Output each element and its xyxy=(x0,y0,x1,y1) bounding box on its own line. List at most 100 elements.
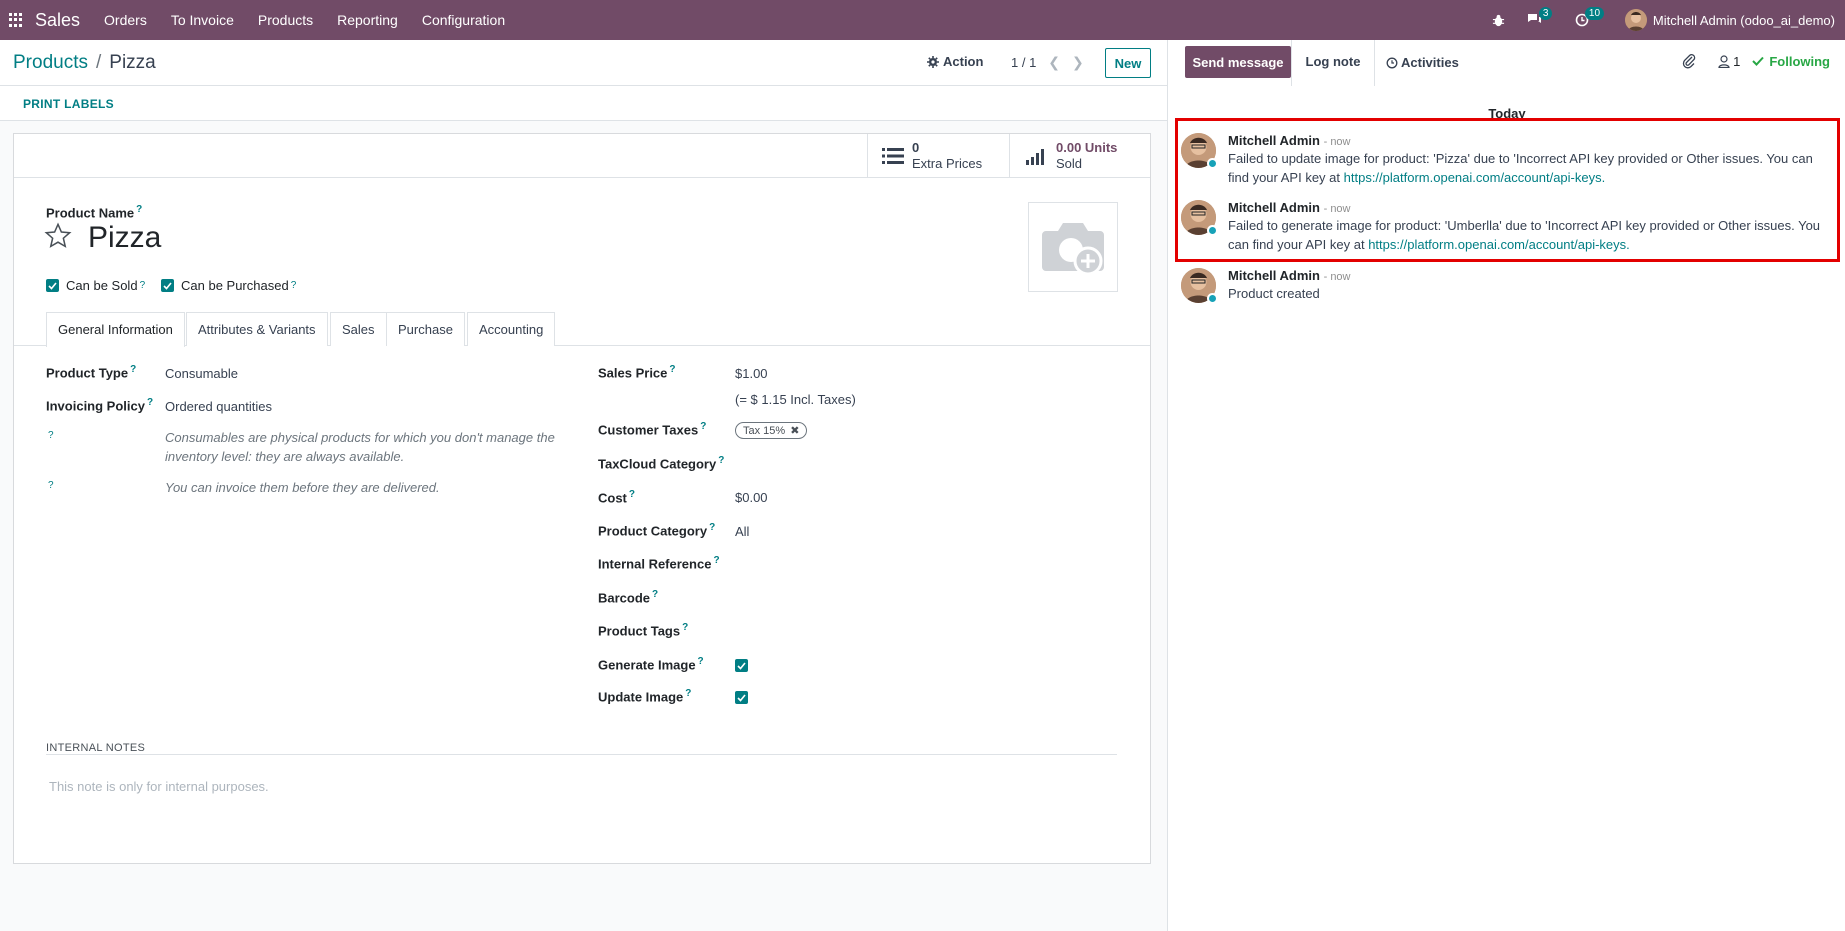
product-type-hint: Consumables are physical products for wh… xyxy=(165,430,555,464)
extra-prices-button[interactable]: 0 Extra Prices xyxy=(867,134,1009,178)
followers-count: 1 xyxy=(1733,53,1741,69)
product-category-label: Product Category? xyxy=(598,522,716,539)
send-message-button[interactable]: Send message xyxy=(1185,46,1291,78)
followers-button[interactable]: 1 xyxy=(1718,54,1740,69)
clock-icon xyxy=(1386,57,1398,69)
product-tags-label: Product Tags? xyxy=(598,622,689,639)
message-author[interactable]: Mitchell Admin xyxy=(1228,268,1320,283)
update-image-checkbox[interactable] xyxy=(735,691,748,704)
top-navbar: Sales Orders To Invoice Products Reporti… xyxy=(0,0,1845,40)
chatter-message: Mitchell Admin - now Product created xyxy=(1181,268,1831,308)
action-button[interactable]: Action xyxy=(927,54,983,69)
units-sold-label: Sold xyxy=(1056,156,1083,171)
app-name[interactable]: Sales xyxy=(35,10,80,31)
can-be-sold-checkbox[interactable]: Can be Sold? xyxy=(46,278,145,293)
product-name-label: Product Name? xyxy=(46,204,143,221)
apps-menu-icon[interactable] xyxy=(9,12,24,28)
action-label: Action xyxy=(943,54,984,69)
menu-to-invoice[interactable]: To Invoice xyxy=(159,0,246,40)
tab-attributes-variants[interactable]: Attributes & Variants xyxy=(186,312,328,346)
product-type-label: Product Type? xyxy=(46,364,137,381)
camera-plus-icon xyxy=(1042,223,1104,276)
paperclip-icon[interactable] xyxy=(1682,53,1696,69)
breadcrumb-current: Pizza xyxy=(109,52,156,73)
menu-reporting[interactable]: Reporting xyxy=(325,0,410,40)
cost-field[interactable]: $0.00 xyxy=(735,490,768,505)
divider xyxy=(46,754,1117,755)
check-icon[interactable] xyxy=(46,279,59,292)
cost-label: Cost? xyxy=(598,489,635,506)
api-keys-link[interactable]: https://platform.openai.com/account/api-… xyxy=(1368,237,1630,252)
message-text: Product created xyxy=(1228,286,1320,301)
favorite-star-icon[interactable] xyxy=(44,222,72,253)
remove-tag-icon[interactable]: ✖ xyxy=(790,424,799,437)
following-button[interactable]: Following xyxy=(1752,54,1830,69)
log-note-button[interactable]: Log note xyxy=(1291,40,1375,86)
internal-notes-field[interactable]: This note is only for internal purposes. xyxy=(49,779,269,794)
tab-sales[interactable]: Sales xyxy=(330,312,387,346)
message-time: - now xyxy=(1323,136,1351,148)
tab-purchase[interactable]: Purchase xyxy=(386,312,465,346)
message-author[interactable]: Mitchell Admin xyxy=(1228,200,1320,215)
product-category-field[interactable]: All xyxy=(735,524,749,539)
check-icon xyxy=(1752,56,1765,66)
activities-clock-icon[interactable]: 10 xyxy=(1575,7,1605,27)
online-status-dot xyxy=(1207,225,1218,236)
generate-image-checkbox[interactable] xyxy=(735,659,748,672)
check-icon[interactable] xyxy=(161,279,174,292)
pager-next-icon[interactable]: ❯ xyxy=(1072,54,1084,71)
update-image-label: Update Image? xyxy=(598,688,692,705)
menu-products[interactable]: Products xyxy=(246,0,325,40)
product-type-field[interactable]: Consumable xyxy=(165,366,238,381)
messages-icon[interactable]: 3 xyxy=(1527,7,1553,27)
menu-configuration[interactable]: Configuration xyxy=(410,0,517,40)
breadcrumb: Products / Pizza xyxy=(13,52,156,74)
pager-previous-icon[interactable]: ❮ xyxy=(1048,54,1060,71)
product-image-upload[interactable] xyxy=(1028,202,1118,292)
chatter-message: Mitchell Admin - now Failed to update im… xyxy=(1181,133,1831,189)
messages-badge: 3 xyxy=(1538,7,1553,20)
sales-price-field[interactable]: $1.00 xyxy=(735,366,768,381)
message-time: - now xyxy=(1323,271,1351,283)
units-sold-value: 0.00 Units xyxy=(1056,140,1118,155)
notebook-tabs: General Information Attributes & Variant… xyxy=(14,312,1150,347)
internal-reference-label: Internal Reference? xyxy=(598,555,720,572)
new-button[interactable]: New xyxy=(1105,48,1151,78)
help-icon[interactable]: ? xyxy=(136,204,142,215)
barcode-label: Barcode? xyxy=(598,589,659,606)
help-icon[interactable]: ? xyxy=(48,480,54,491)
breadcrumb-separator: / xyxy=(95,52,102,73)
print-labels-button[interactable]: PRINT LABELS xyxy=(23,97,114,111)
tab-accounting[interactable]: Accounting xyxy=(467,312,556,346)
chatter-topbar: Send message Log note Activities 1 Follo… xyxy=(1168,40,1845,86)
menu-orders[interactable]: Orders xyxy=(92,0,159,40)
taxcloud-category-label: TaxCloud Category? xyxy=(598,455,725,472)
pager-value[interactable]: 1 / 1 xyxy=(1011,55,1036,70)
invoicing-hint: You can invoice them before they are del… xyxy=(165,480,440,495)
internal-notes-title: INTERNAL NOTES xyxy=(46,742,146,754)
invoicing-policy-label: Invoicing Policy? xyxy=(46,397,154,414)
invoicing-policy-field[interactable]: Ordered quantities xyxy=(165,399,272,414)
extra-prices-count: 0 xyxy=(912,140,920,155)
control-panel: Products / Pizza Action 1 / 1 ❮ ❯ New xyxy=(0,40,1167,86)
tax-tag[interactable]: Tax 15% ✖ xyxy=(735,422,808,439)
can-be-purchased-checkbox[interactable]: Can be Purchased? xyxy=(161,278,296,293)
user-menu[interactable]: Mitchell Admin (odoo_ai_demo) xyxy=(1624,9,1835,31)
tax-tag-label: Tax 15% xyxy=(743,424,786,437)
user-name: Mitchell Admin (odoo_ai_demo) xyxy=(1652,12,1835,28)
help-icon[interactable]: ? xyxy=(48,430,54,441)
units-sold-button[interactable]: 0.00 Units Sold xyxy=(1009,134,1150,178)
message-author[interactable]: Mitchell Admin xyxy=(1228,133,1320,148)
help-icon[interactable]: ? xyxy=(140,280,146,291)
help-icon[interactable]: ? xyxy=(291,280,297,291)
breadcrumb-products-link[interactable]: Products xyxy=(13,52,88,74)
api-keys-link[interactable]: https://platform.openai.com/account/api-… xyxy=(1344,170,1606,185)
chatter-message: Mitchell Admin - now Failed to generate … xyxy=(1181,200,1831,256)
debug-bug-icon[interactable] xyxy=(1492,14,1505,27)
product-name-field[interactable]: Pizza xyxy=(88,221,161,255)
message-time: - now xyxy=(1323,203,1351,215)
online-status-dot xyxy=(1207,293,1218,304)
tab-general-information[interactable]: General Information xyxy=(46,312,185,347)
signal-bars-icon xyxy=(1026,149,1044,165)
activities-button[interactable]: Activities xyxy=(1386,40,1459,86)
